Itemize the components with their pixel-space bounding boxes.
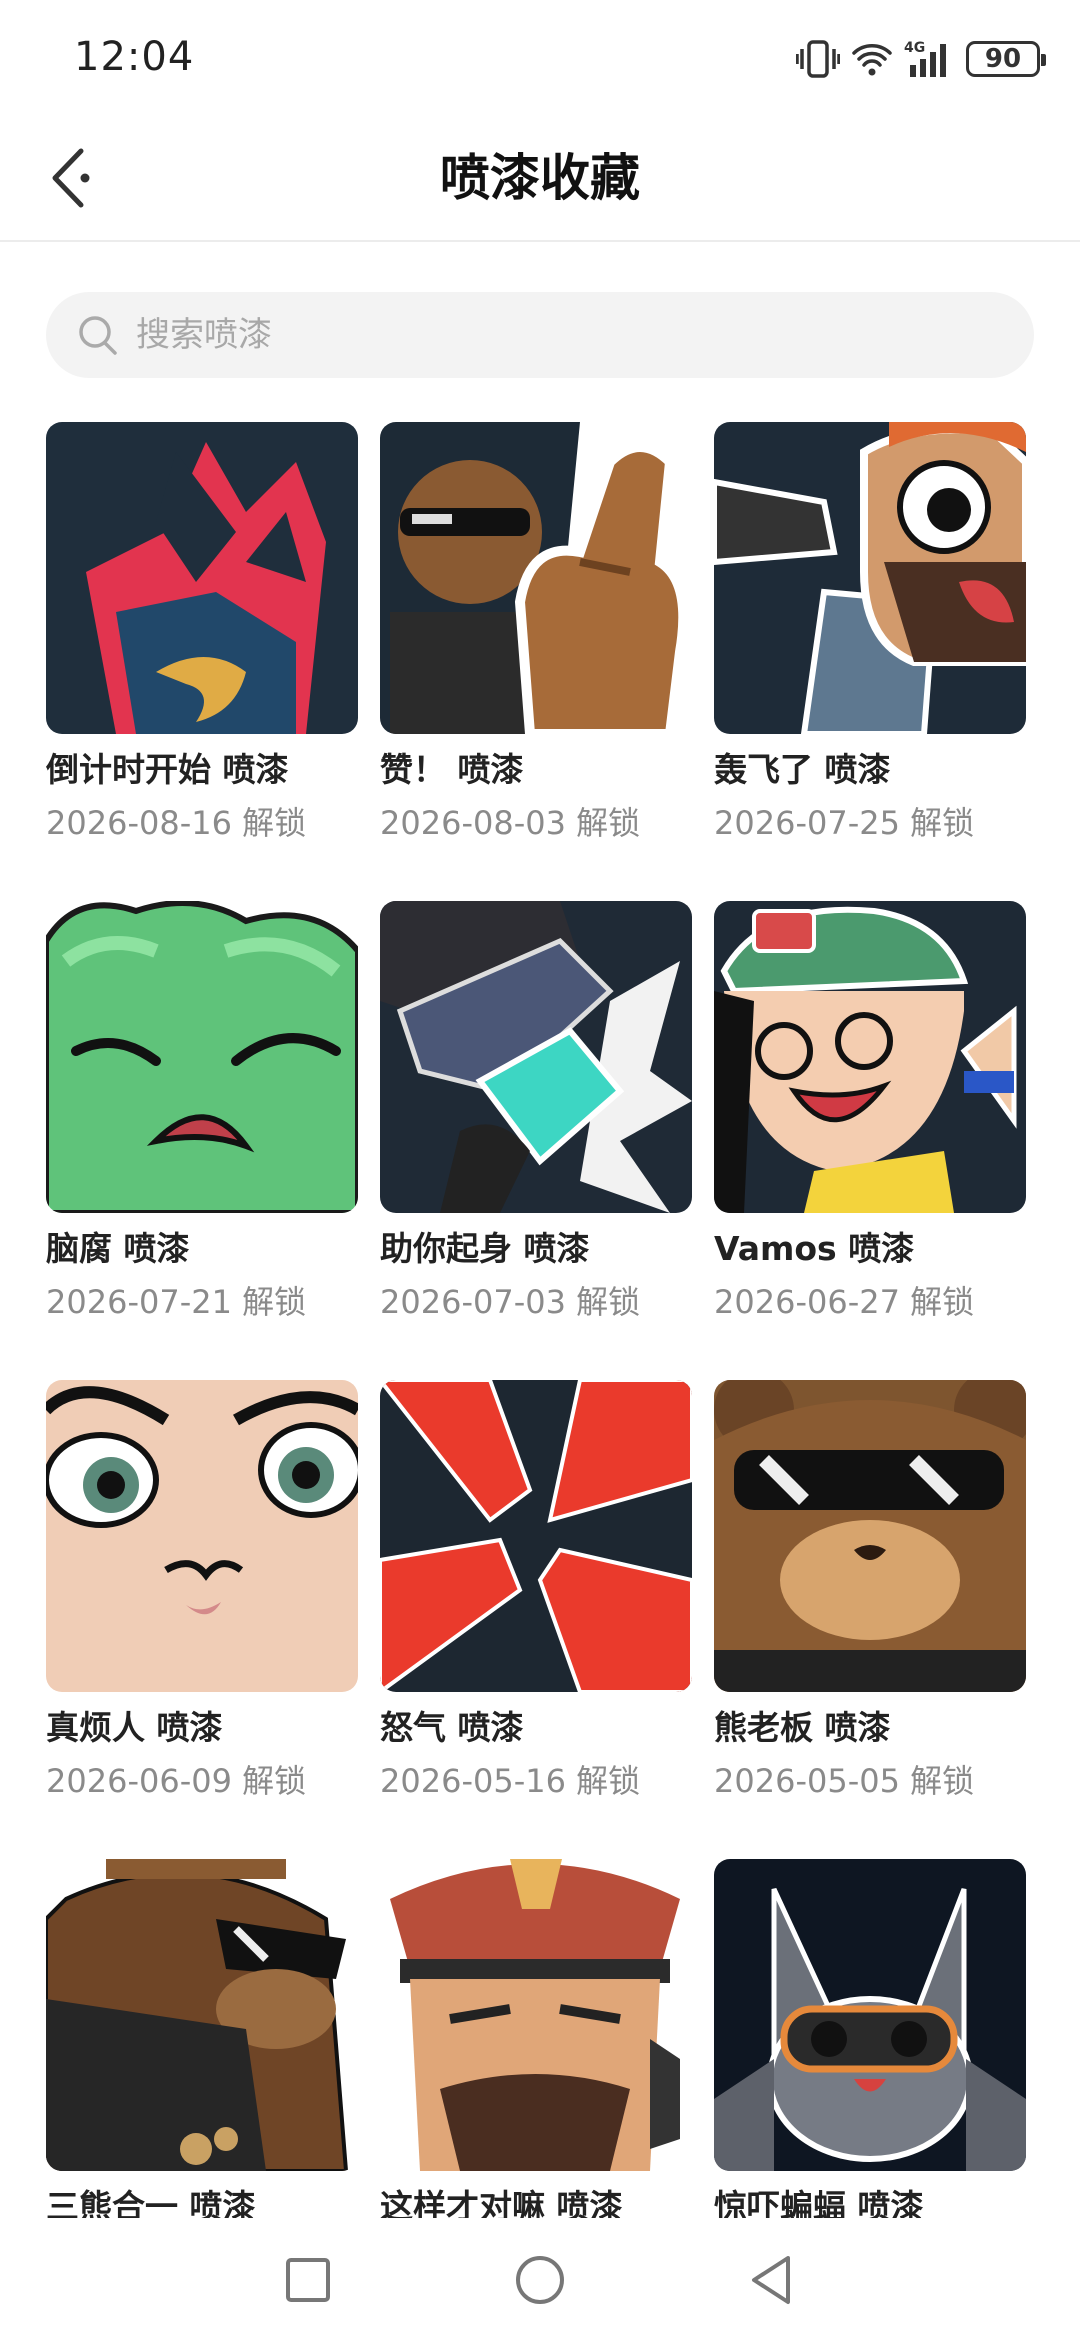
spray-card[interactable]: 这样才对嘛 喷漆 xyxy=(380,1859,692,2218)
spray-image-brain-rot xyxy=(46,901,358,1213)
cellular-signal-icon: 4G xyxy=(904,39,956,79)
spray-title: 脑腐 喷漆 xyxy=(46,1229,190,1268)
spray-card[interactable]: 熊老板 喷漆 2026-05-05 解锁 xyxy=(714,1380,1026,1859)
spray-image-three-bears xyxy=(46,1859,358,2171)
network-type-label: 4G xyxy=(904,40,925,56)
spray-card[interactable]: 轰飞了 喷漆 2026-07-25 解锁 xyxy=(714,422,1026,901)
spray-title: Vamos 喷漆 xyxy=(714,1229,915,1268)
spray-card[interactable]: 三熊合一 喷漆 xyxy=(46,1859,358,2218)
spray-card[interactable]: 倒计时开始 喷漆 2026-08-16 解锁 xyxy=(46,422,358,901)
spray-title: 这样才对嘛 喷漆 xyxy=(380,2187,623,2218)
circle-icon xyxy=(516,2256,564,2304)
home-button[interactable] xyxy=(510,2250,570,2310)
spray-image-countdown xyxy=(46,422,358,734)
spray-image-get-up xyxy=(380,901,692,1213)
spray-image-startled-bat xyxy=(714,1859,1026,2171)
status-bar: 12:04 4G 90 xyxy=(0,0,1080,120)
page-title: 喷漆收藏 xyxy=(440,149,640,207)
battery-level: 90 xyxy=(984,44,1022,74)
spray-image-annoying xyxy=(46,1380,358,1692)
spray-card[interactable]: 助你起身 喷漆 2026-07-03 解锁 xyxy=(380,901,692,1380)
spray-title: 熊老板 喷漆 xyxy=(714,1708,891,1747)
spray-image-rage xyxy=(380,1380,692,1692)
search-bar[interactable] xyxy=(46,292,1034,378)
unlock-date: 2026-06-27 解锁 xyxy=(714,1283,975,1321)
spray-title: 赞！ 喷漆 xyxy=(380,750,524,789)
app-bar: 喷漆收藏 xyxy=(0,120,1080,242)
spray-image-vamos xyxy=(714,901,1026,1213)
vibrate-icon xyxy=(796,39,840,79)
spray-card[interactable]: 怒气 喷漆 2026-05-16 解锁 xyxy=(380,1380,692,1859)
search-icon xyxy=(79,316,117,355)
status-time: 12:04 xyxy=(74,34,195,80)
unlock-date: 2026-07-21 解锁 xyxy=(46,1283,307,1321)
spray-image-thats-right xyxy=(380,1859,692,2171)
spray-card[interactable]: 脑腐 喷漆 2026-07-21 解锁 xyxy=(46,901,358,1380)
spray-image-blown-away xyxy=(714,422,1026,734)
unlock-date: 2026-08-03 解锁 xyxy=(380,804,641,842)
spray-title: 轰飞了 喷漆 xyxy=(714,750,891,789)
spray-image-bear-boss xyxy=(714,1380,1026,1692)
system-back-button[interactable] xyxy=(742,2250,802,2310)
spray-image-thumbs-up xyxy=(380,422,692,734)
spray-title: 三熊合一 喷漆 xyxy=(46,2187,256,2218)
spray-title: 惊吓蝙蝠 喷漆 xyxy=(714,2187,924,2218)
recent-apps-button[interactable] xyxy=(278,2250,338,2310)
unlock-date: 2026-06-09 解锁 xyxy=(46,1762,307,1800)
spray-title: 助你起身 喷漆 xyxy=(380,1229,590,1268)
triangle-back-icon xyxy=(752,2256,790,2304)
square-icon xyxy=(286,2258,330,2302)
unlock-date: 2026-05-05 解锁 xyxy=(714,1762,975,1800)
spray-grid: 倒计时开始 喷漆 2026-08-16 解锁 赞！ 喷漆 2026-08-03 … xyxy=(46,422,1034,2218)
unlock-date: 2026-05-16 解锁 xyxy=(380,1762,641,1800)
system-nav-bar xyxy=(0,2218,1080,2340)
unlock-date: 2026-07-25 解锁 xyxy=(714,804,975,842)
battery-indicator: 90 xyxy=(966,41,1046,77)
spray-title: 怒气 喷漆 xyxy=(380,1708,524,1747)
unlock-date: 2026-07-03 解锁 xyxy=(380,1283,641,1321)
status-icons: 4G 90 xyxy=(796,36,1046,82)
spray-card[interactable]: 赞！ 喷漆 2026-08-03 解锁 xyxy=(380,422,692,901)
spray-title: 倒计时开始 喷漆 xyxy=(46,750,289,789)
spray-card[interactable]: 惊吓蝙蝠 喷漆 xyxy=(714,1859,1026,2218)
spray-title: 真烦人 喷漆 xyxy=(46,1708,223,1747)
spray-card[interactable]: Vamos 喷漆 2026-06-27 解锁 xyxy=(714,901,1026,1380)
spray-card[interactable]: 真烦人 喷漆 2026-06-09 解锁 xyxy=(46,1380,358,1859)
search-input[interactable] xyxy=(136,315,956,355)
wifi-icon xyxy=(850,39,894,79)
unlock-date: 2026-08-16 解锁 xyxy=(46,804,307,842)
